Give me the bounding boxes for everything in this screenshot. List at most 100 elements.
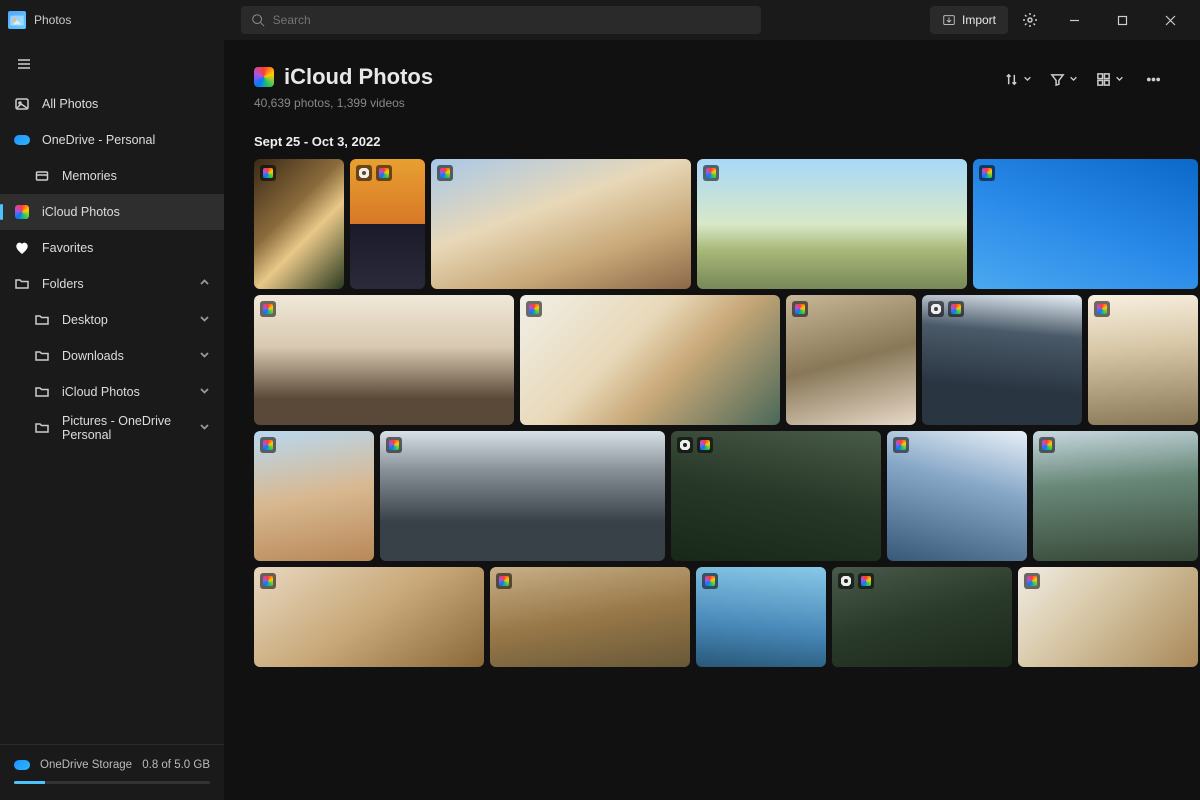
view-button[interactable] (1090, 64, 1130, 94)
gear-icon (1022, 12, 1038, 28)
gallery-row (254, 567, 1170, 667)
photo-tile[interactable] (696, 567, 826, 667)
titlebar: Photos Import (0, 0, 1200, 40)
photo-badge (838, 573, 874, 589)
photo-tile[interactable] (697, 159, 967, 289)
main-header: iCloud Photos 40,639 photos, 1,399 video… (254, 64, 1170, 110)
toolbar (998, 64, 1170, 94)
photo-badge (928, 301, 964, 317)
sidebar-item-all-photos[interactable]: All Photos (0, 86, 224, 122)
photo-badge (437, 165, 453, 181)
sidebar-item-label: iCloud Photos (62, 385, 140, 399)
search-input[interactable] (273, 13, 751, 27)
photo-gallery (254, 159, 1170, 667)
import-label: Import (962, 13, 996, 27)
sidebar-item-onedrive[interactable]: OneDrive - Personal (0, 122, 224, 158)
sidebar-item-label: Downloads (62, 349, 124, 363)
gallery-row (254, 159, 1170, 289)
sidebar-item-folders[interactable]: Folders (0, 266, 224, 302)
settings-button[interactable] (1012, 6, 1048, 34)
import-button[interactable]: Import (930, 6, 1008, 34)
sort-button[interactable] (998, 64, 1038, 94)
photo-tile[interactable] (490, 567, 690, 667)
photo-tile[interactable] (922, 295, 1082, 425)
photo-badge (979, 165, 995, 181)
photo-tile[interactable] (786, 295, 916, 425)
date-range-header: Sept 25 - Oct 3, 2022 (254, 134, 1170, 149)
photo-tile[interactable] (380, 431, 665, 561)
sidebar-item-desktop[interactable]: Desktop (0, 302, 224, 338)
minimize-button[interactable] (1052, 0, 1096, 40)
storage-bar (14, 781, 210, 784)
photo-badge (260, 437, 276, 453)
sidebar-item-downloads[interactable]: Downloads (0, 338, 224, 374)
sidebar-item-label: Pictures - OneDrive Personal (62, 414, 187, 442)
chevron-down-icon (199, 421, 210, 435)
chevron-down-icon (1115, 70, 1124, 88)
photo-tile[interactable] (1033, 431, 1198, 561)
page-subtitle: 40,639 photos, 1,399 videos (254, 96, 433, 110)
icloud-photos-icon (14, 204, 30, 220)
more-icon (1146, 72, 1161, 87)
photo-badge (526, 301, 542, 317)
chevron-down-icon (1069, 70, 1078, 88)
photo-badge (1039, 437, 1055, 453)
chevron-up-icon (199, 277, 210, 291)
photo-badge (703, 165, 719, 181)
folder-icon (34, 420, 50, 436)
photo-tile[interactable] (254, 159, 344, 289)
storage-panel: OneDrive Storage 0.8 of 5.0 GB (0, 744, 224, 800)
photo-tile[interactable] (832, 567, 1012, 667)
photo-tile[interactable] (671, 431, 881, 561)
gallery-row (254, 295, 1170, 425)
photo-tile[interactable] (254, 295, 514, 425)
photo-tile[interactable] (254, 431, 374, 561)
maximize-button[interactable] (1100, 0, 1144, 40)
photo-badge (386, 437, 402, 453)
more-button[interactable] (1136, 64, 1170, 94)
chevron-down-icon (1023, 70, 1032, 88)
photo-badge (792, 301, 808, 317)
sidebar-item-memories[interactable]: Memories (0, 158, 224, 194)
heart-icon (14, 240, 30, 256)
photos-icon (14, 96, 30, 112)
sidebar: All Photos OneDrive - Personal Memories … (0, 40, 224, 800)
photo-tile[interactable] (887, 431, 1027, 561)
photo-tile[interactable] (1018, 567, 1198, 667)
storage-label: OneDrive Storage (40, 759, 132, 771)
chevron-down-icon (199, 385, 210, 399)
sidebar-item-icloud-photos[interactable]: iCloud Photos (0, 194, 224, 230)
photo-badge (260, 301, 276, 317)
hamburger-button[interactable] (4, 46, 44, 82)
titlebar-right: Import (930, 0, 1192, 40)
folder-icon (34, 384, 50, 400)
minimize-icon (1069, 15, 1080, 26)
photo-tile[interactable] (1088, 295, 1198, 425)
photo-tile[interactable] (973, 159, 1198, 289)
photo-tile[interactable] (431, 159, 691, 289)
onedrive-icon (14, 132, 30, 148)
sidebar-item-label: Desktop (62, 313, 108, 327)
app-icon (8, 11, 26, 29)
sidebar-item-icloud-folder[interactable]: iCloud Photos (0, 374, 224, 410)
sidebar-item-label: Favorites (42, 241, 93, 255)
photo-tile[interactable] (254, 567, 484, 667)
storage-value: 0.8 of 5.0 GB (142, 759, 210, 771)
photo-badge (677, 437, 713, 453)
grid-icon (1096, 72, 1111, 87)
sidebar-item-favorites[interactable]: Favorites (0, 230, 224, 266)
photo-badge (356, 165, 392, 181)
search-box[interactable] (241, 6, 761, 34)
sidebar-item-label: OneDrive - Personal (42, 133, 155, 147)
hamburger-icon (16, 56, 32, 72)
sort-icon (1004, 72, 1019, 87)
photo-badge (1094, 301, 1110, 317)
close-button[interactable] (1148, 0, 1192, 40)
search-icon (251, 13, 265, 27)
close-icon (1165, 15, 1176, 26)
sidebar-item-pictures-onedrive[interactable]: Pictures - OneDrive Personal (0, 410, 224, 446)
nav-list: All Photos OneDrive - Personal Memories … (0, 82, 224, 744)
photo-tile[interactable] (520, 295, 780, 425)
filter-button[interactable] (1044, 64, 1084, 94)
photo-tile[interactable] (350, 159, 425, 289)
